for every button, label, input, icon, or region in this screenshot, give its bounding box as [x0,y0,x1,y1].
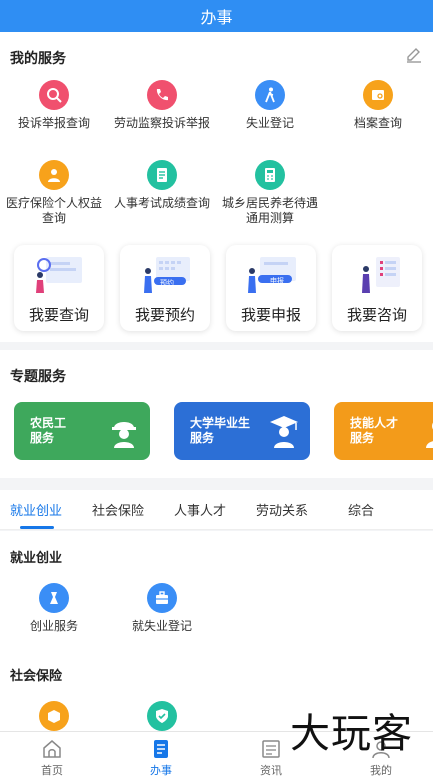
phone-icon [147,80,177,110]
service-unemployment-registration[interactable]: 失业登记 [216,80,324,131]
startup-icon [39,583,69,613]
appointment-illustration-icon [144,257,190,293]
worker-helmet-icon [112,422,136,448]
box-icon [39,701,69,731]
service-startup[interactable]: 创业服务 [0,583,108,634]
page-header: 办事 [0,0,433,32]
calculator-icon [255,160,285,190]
watermark: 大玩客 [290,711,413,757]
appointment-badge: 预约 [160,279,174,287]
service-medical-insurance-query[interactable]: 医疗保险个人权益查询 [0,160,108,226]
exam-doc-icon [147,160,177,190]
category-tabs: 就业创业 社会保险 人事人才 劳动关系 综合 [0,490,433,530]
declare-badge: 申报 [270,277,284,285]
query-illustration-icon [36,257,82,293]
service-employment-registration[interactable]: 就失业登记 [108,583,216,634]
banner-text: 技能人才 服务 [350,416,399,445]
nav-home[interactable]: 首页 [17,738,87,778]
service-label: 人事考试成绩查询 [113,196,210,210]
quick-card-label: 我要查询 [28,306,89,324]
service-complaint-query[interactable]: 投诉举报查询 [0,80,108,131]
news-icon [262,740,280,758]
service-pension-calculation[interactable]: 城乡居民养老待遇通用测算 [216,160,324,226]
tab-social-insurance[interactable]: 社会保险 [92,500,144,519]
service-label: 劳动监察投诉举报 [113,116,210,130]
service-exam-score-query[interactable]: 人事考试成绩查询 [108,160,216,211]
shield-icon [147,701,177,731]
service-labor-complaint[interactable]: 劳动监察投诉举报 [108,80,216,131]
quick-card-label: 我要咨询 [346,306,407,324]
tab-comprehensive[interactable]: 综合 [348,500,374,519]
file-icon [363,80,393,110]
service-social-insurance-1[interactable] [0,701,108,731]
quick-card-consult[interactable]: 我要咨询 [332,245,422,331]
service-archive-query[interactable]: 档案查询 [324,80,432,131]
quick-card-appointment[interactable]: 预约 我要预约 [120,245,210,331]
service-label: 就失业登记 [131,619,192,633]
service-label: 医疗保险个人权益查询 [5,196,102,225]
banner-graduates[interactable]: 大学毕业生 服务 [174,402,310,460]
banner-migrant-workers[interactable]: 农民工 服务 [14,402,150,460]
social-insurance-title: 社会保险 [10,669,63,684]
quick-card-query[interactable]: 我要查询 [14,245,104,331]
topic-services-title: 专题服务 [10,369,66,385]
service-social-insurance-2[interactable] [108,701,216,731]
skilled-person-icon [426,422,433,448]
active-tab-indicator [20,526,54,529]
briefcase-icon [147,583,177,613]
home-icon [43,740,61,758]
service-label: 投诉举报查询 [17,116,90,130]
graduation-cap-icon [270,416,298,448]
banner-skilled-talent[interactable]: 技能人才 服务 [334,402,433,460]
service-label: 创业服务 [29,619,78,633]
service-label: 城乡居民养老待遇通用测算 [221,196,318,225]
medical-person-icon [39,160,69,190]
tab-employment[interactable]: 就业创业 [10,500,62,519]
quick-card-label: 我要申报 [240,306,301,324]
page-title: 办事 [200,8,233,27]
complaint-search-icon [39,80,69,110]
tab-labor-relations[interactable]: 劳动关系 [256,500,308,519]
tab-personnel-talent[interactable]: 人事人才 [174,500,226,519]
my-services-title: 我的服务 [10,51,66,67]
walking-person-icon [255,80,285,110]
nav-tasks[interactable]: 办事 [126,738,196,778]
employment-title: 就业创业 [10,551,63,566]
quick-card-label: 我要预约 [134,306,195,324]
banner-text: 大学毕业生 服务 [190,416,251,445]
edit-icon[interactable] [405,46,423,64]
consult-illustration-icon [362,257,400,293]
service-label: 失业登记 [245,116,294,130]
banner-text: 农民工 服务 [30,416,67,445]
service-label: 档案查询 [353,116,402,130]
quick-card-declare[interactable]: 申报 我要申报 [226,245,316,331]
task-icon [154,740,168,758]
